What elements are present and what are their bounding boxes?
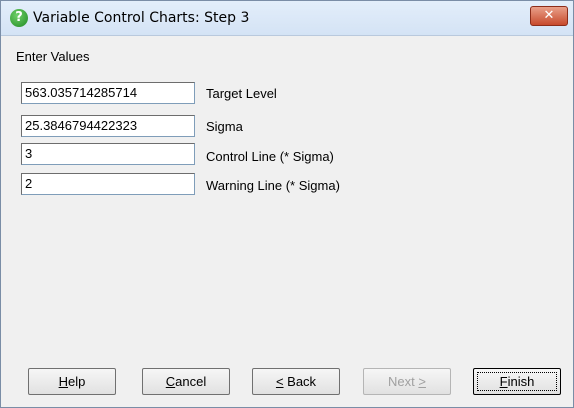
sigma-input[interactable]: 25.3846794422323 <box>21 115 195 137</box>
title-bar[interactable]: ? Variable Control Charts: Step 3 ✕ <box>1 1 573 36</box>
help-button[interactable]: Help <box>28 368 116 395</box>
cancel-button[interactable]: Cancel <box>142 368 230 395</box>
focus-rectangle <box>477 372 557 391</box>
dialog-window: ? Variable Control Charts: Step 3 ✕ Ente… <box>0 0 574 408</box>
cancel-label: ancel <box>175 374 207 389</box>
next-button[interactable]: Next > <box>363 368 451 395</box>
sigma-label: Sigma <box>206 119 243 134</box>
close-button[interactable]: ✕ <box>530 6 568 26</box>
question-icon: ? <box>10 9 28 27</box>
target-level-label: Target Level <box>206 86 277 101</box>
back-mnemonic: < <box>275 374 284 389</box>
enter-values-heading: Enter Values <box>16 49 90 64</box>
next-label: Next <box>388 374 419 389</box>
back-label: Back <box>283 374 317 389</box>
window-title: Variable Control Charts: Step 3 <box>33 10 250 26</box>
control-line-input[interactable]: 3 <box>21 143 195 165</box>
back-button[interactable]: < Back <box>252 368 340 395</box>
control-line-label: Control Line (* Sigma) <box>206 149 334 164</box>
next-mnemonic: > <box>418 374 426 389</box>
finish-button[interactable]: Finish <box>473 368 561 395</box>
warning-line-input[interactable]: 2 <box>21 173 195 195</box>
help-mnemonic: H <box>58 374 69 389</box>
warning-line-label: Warning Line (* Sigma) <box>206 178 340 193</box>
help-label: elp <box>68 374 86 389</box>
target-level-input[interactable]: 563.035714285714 <box>21 82 195 104</box>
close-icon: ✕ <box>543 8 555 23</box>
cancel-mnemonic: C <box>165 374 176 389</box>
